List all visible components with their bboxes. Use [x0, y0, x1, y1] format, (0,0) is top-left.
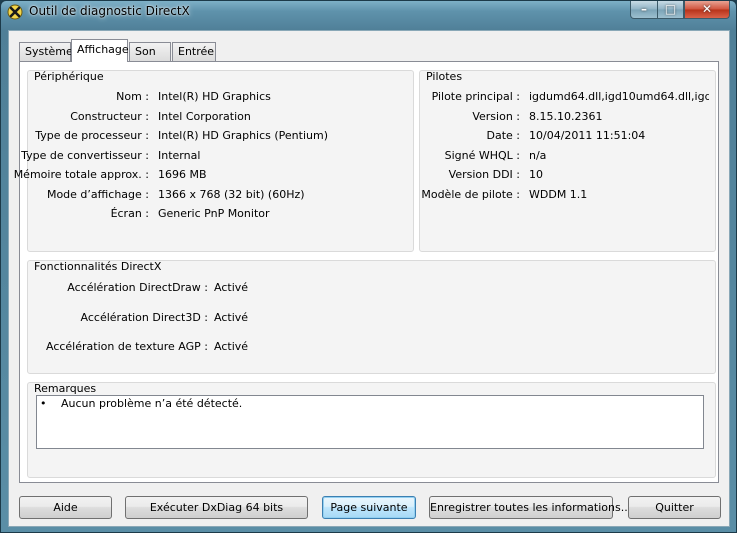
notes-textbox[interactable]: • Aucun problème n’a été détecté. — [36, 395, 704, 449]
device-group: Périphérique Nom : Intel(R) HD Graphics … — [14, 70, 414, 252]
notes-group-title: Remarques — [34, 382, 97, 395]
minimize-icon: – — [641, 2, 647, 16]
features-group-title: Fonctionnalités DirectX — [34, 260, 162, 273]
notes-item: Aucun problème n’a été détecté. — [61, 397, 243, 410]
driver-date-value: 10/04/2011 11:51:04 — [529, 129, 646, 142]
feature-directdraw-label: Accélération DirectDraw : — [67, 281, 208, 294]
feature-agp-label: Accélération de texture AGP : — [45, 340, 208, 353]
driver-whql-value: n/a — [529, 149, 547, 162]
driver-main-label: Pilote principal : — [431, 90, 520, 103]
maximize-icon: □ — [664, 2, 677, 16]
device-mode-label: Mode d’affichage : — [46, 188, 149, 201]
device-group-title: Périphérique — [34, 70, 104, 83]
affichage-panel: Périphérique Nom : Intel(R) HD Graphics … — [14, 61, 719, 483]
feature-direct3d-value: Activé — [214, 311, 249, 324]
feature-directdraw-value: Activé — [214, 281, 249, 294]
device-name-label: Nom : — [116, 90, 149, 103]
feature-direct3d-label: Accélération Direct3D : — [80, 311, 208, 324]
tab-systeme[interactable]: Système — [19, 42, 73, 61]
notes-group: Remarques • Aucun problème n’a été détec… — [27, 382, 716, 478]
feature-agp-value: Activé — [214, 340, 249, 353]
drivers-group: Pilotes Pilote principal : igdumd64.dll,… — [419, 70, 716, 252]
device-name-value: Intel(R) HD Graphics — [158, 90, 271, 103]
device-dac-value: Internal — [158, 149, 201, 162]
tab-affichage[interactable]: Affichage — [71, 39, 129, 62]
driver-ddi-value: 10 — [529, 168, 543, 181]
directx-icon — [7, 4, 23, 20]
driver-version-label: Version : — [472, 110, 520, 123]
title-bar[interactable]: Outil de diagnostic DirectX – □ ✕ — [1, 1, 736, 23]
device-monitor-label: Écran : — [110, 207, 149, 220]
driver-model-label: Modèle de pilote : — [421, 188, 520, 201]
device-memory-label: Mémoire totale approx. : — [13, 168, 149, 181]
notes-bullet: • — [40, 397, 47, 410]
minimize-button[interactable]: – — [630, 1, 658, 19]
driver-version-value: 8.15.10.2361 — [529, 110, 603, 123]
save-all-info-button[interactable]: Enregistrer toutes les informations... — [429, 496, 631, 519]
device-manufacturer-label: Constructeur : — [70, 110, 149, 123]
client-area: Système Affichage Son Entrée Périphériqu… — [8, 30, 730, 527]
run-64bit-button[interactable]: Exécuter DxDiag 64 bits — [125, 496, 308, 519]
driver-model-value: WDDM 1.1 — [529, 188, 588, 201]
device-memory-value: 1696 MB — [158, 168, 207, 181]
device-chip-label: Type de processeur : — [35, 129, 149, 142]
dxdiag-window: Outil de diagnostic DirectX – □ ✕ Systèm… — [0, 0, 737, 533]
device-monitor-value: Generic PnP Monitor — [158, 207, 270, 220]
driver-date-label: Date : — [486, 129, 521, 142]
features-group: Fonctionnalités DirectX Accélération Dir… — [27, 260, 716, 374]
quit-button[interactable]: Quitter — [628, 496, 721, 519]
tab-son[interactable]: Son — [129, 42, 171, 61]
driver-ddi-label: Version DDI : — [448, 168, 520, 181]
device-mode-value: 1366 x 768 (32 bit) (60Hz) — [158, 188, 305, 201]
device-manufacturer-value: Intel Corporation — [158, 110, 251, 123]
device-dac-label: Type de convertisseur : — [21, 149, 149, 162]
close-button[interactable]: ✕ — [684, 1, 730, 19]
driver-main-value: igdumd64.dll,igd10umd64.dll,igdumdx — [529, 90, 709, 103]
driver-whql-label: Signé WHQL : — [444, 149, 520, 162]
help-button[interactable]: Aide — [19, 496, 112, 519]
tab-entree[interactable]: Entrée — [172, 42, 216, 61]
drivers-group-title: Pilotes — [426, 70, 463, 83]
maximize-button[interactable]: □ — [657, 1, 684, 19]
close-icon: ✕ — [701, 2, 713, 16]
window-title: Outil de diagnostic DirectX — [29, 4, 190, 18]
device-chip-value: Intel(R) HD Graphics (Pentium) — [158, 129, 329, 142]
next-page-button[interactable]: Page suivante — [322, 496, 416, 519]
